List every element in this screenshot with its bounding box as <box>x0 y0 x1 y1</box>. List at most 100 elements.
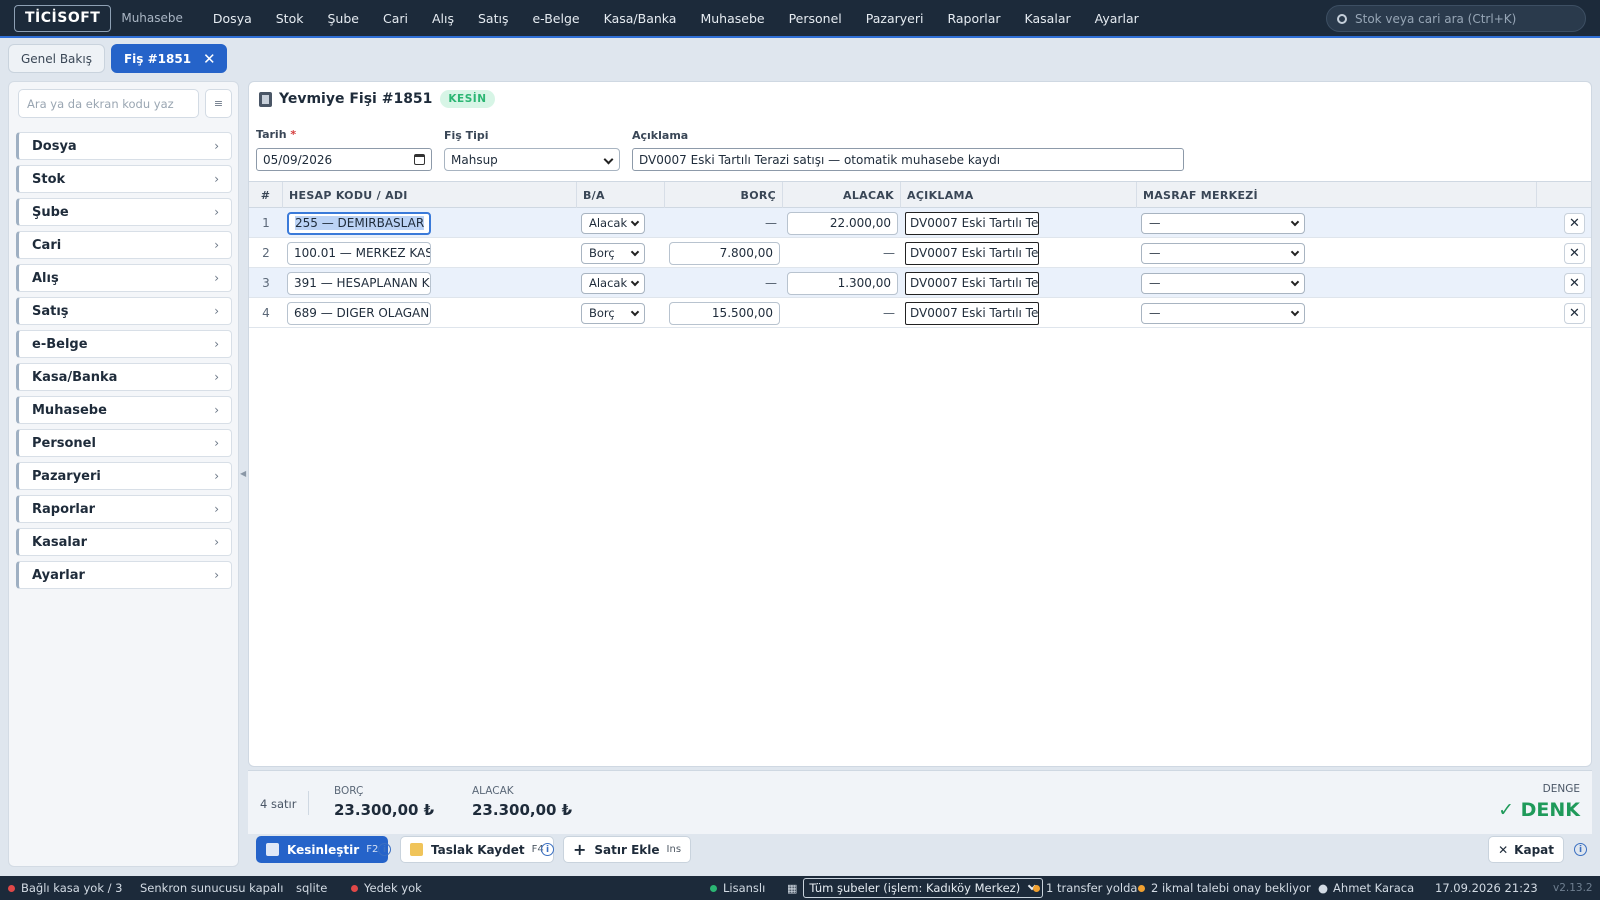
status-license: Lisanslı <box>710 876 765 900</box>
line-description-input[interactable]: DV0007 Eski Tartılı Teraz <box>905 241 1039 265</box>
app-logo[interactable]: TİCİSOFT <box>14 4 112 32</box>
delete-row-button[interactable]: ✕ <box>1564 243 1585 264</box>
save-draft-button[interactable]: Taslak Kaydet F4 <box>400 836 554 863</box>
entry-grid: # HESAP KODU / ADI B/A BORÇ ALACAK AÇIKL… <box>249 181 1591 328</box>
voucher-type-select[interactable]: Mahsup <box>444 148 620 171</box>
menu-pazaryeri[interactable]: Pazaryeri <box>854 11 936 26</box>
chevron-right-icon: › <box>214 502 219 516</box>
menu-muhasebe[interactable]: Muhasebe <box>688 11 776 26</box>
sidebar-item-sube[interactable]: Şube › <box>16 198 232 226</box>
credit-input[interactable]: 22.000,00 <box>787 211 898 235</box>
table-row[interactable]: 1 255 — DEMIRBASLAR Alacak — 22.000,00 D… <box>249 208 1591 238</box>
add-row-button[interactable]: + Satır Ekle Ins <box>563 836 692 863</box>
account-input[interactable]: 391 — HESAPLANAN KDV <box>287 271 431 295</box>
info-icon[interactable]: i <box>541 843 554 856</box>
sidebar-item-e-belge[interactable]: e-Belge › <box>16 330 232 358</box>
building-icon: ▦ <box>787 881 798 895</box>
sidebar-item-muhasebe[interactable]: Muhasebe › <box>16 396 232 424</box>
info-icon[interactable]: i <box>378 843 391 856</box>
status-supply-requests[interactable]: 2 ikmal talebi onay bekliyor <box>1138 876 1311 900</box>
tab-voucher-1851[interactable]: Fiş #1851 ✕ <box>110 44 227 73</box>
total-debit-label: BORÇ <box>334 785 364 797</box>
menu-kasalar[interactable]: Kasalar <box>1013 11 1083 26</box>
delete-row-button[interactable]: ✕ <box>1564 273 1585 294</box>
menu-sube[interactable]: Şube <box>315 11 370 26</box>
line-description-value: DV0007 Eski Tartılı Teraz <box>910 276 1039 290</box>
delete-row-button[interactable]: ✕ <box>1564 303 1585 324</box>
cost-center-select[interactable]: — <box>1141 242 1305 264</box>
status-dot-icon <box>1138 884 1145 892</box>
menu-alis[interactable]: Alış <box>420 11 466 26</box>
sidebar-item-stok[interactable]: Stok › <box>16 165 232 193</box>
line-description-value: DV0007 Eski Tartılı Teraz <box>910 246 1039 260</box>
menu-personel[interactable]: Personel <box>777 11 854 26</box>
sidebar-item-alis[interactable]: Alış › <box>16 264 232 292</box>
close-button[interactable]: ✕ Kapat <box>1488 836 1564 863</box>
menu-ayarlar[interactable]: Ayarlar <box>1083 11 1151 26</box>
tab-overview[interactable]: Genel Bakış <box>8 44 105 73</box>
account-input[interactable]: 689 — DIGER OLAGANDISI <box>287 301 431 325</box>
col-debit: BORÇ <box>665 182 783 209</box>
menu-raporlar[interactable]: Raporlar <box>935 11 1012 26</box>
credit-value: 22.000,00 <box>829 216 891 230</box>
account-input[interactable]: 100.01 — MERKEZ KASA <box>287 241 431 265</box>
table-row[interactable]: 4 689 — DIGER OLAGANDISI Borç 15.500,00 … <box>249 298 1591 328</box>
branch-selector-wrap: ▦ Tüm şubeler (işlem: Kadıköy Merkez) <box>787 876 1044 900</box>
account-input[interactable]: 255 — DEMIRBASLAR <box>287 211 431 235</box>
cost-center-select[interactable]: — <box>1141 272 1305 294</box>
cost-center-value: — <box>1149 246 1161 260</box>
ba-select[interactable]: Alacak <box>581 212 645 234</box>
debit-input[interactable]: 7.800,00 <box>669 241 780 265</box>
calendar-icon[interactable] <box>414 154 425 165</box>
finalize-label: Kesinleştir <box>287 842 360 857</box>
sidebar-menu-toggle-button[interactable]: ≡ <box>205 89 232 118</box>
sidebar-item-dosya[interactable]: Dosya › <box>16 132 232 160</box>
debit-input[interactable]: 15.500,00 <box>669 301 780 325</box>
credit-input[interactable]: 1.300,00 <box>787 271 898 295</box>
menu-satis[interactable]: Satış <box>466 11 520 26</box>
line-description-input[interactable]: DV0007 Eski Tartılı Teraz <box>905 271 1039 295</box>
menu-kasa-banka[interactable]: Kasa/Banka <box>592 11 689 26</box>
ba-select[interactable]: Alacak <box>581 272 645 294</box>
menu-stok[interactable]: Stok <box>264 11 316 26</box>
cost-center-select[interactable]: — <box>1141 212 1305 234</box>
table-row[interactable]: 3 391 — HESAPLANAN KDV Alacak — 1.300,00… <box>249 268 1591 298</box>
global-search-input[interactable]: Stok veya cari ara (Ctrl+K) <box>1326 5 1586 32</box>
sidebar-search-placeholder: Ara ya da ekran kodu yaz <box>27 96 174 111</box>
chevron-right-icon: › <box>214 568 219 582</box>
chevron-right-icon: › <box>214 304 219 318</box>
line-description-input[interactable]: DV0007 Eski Tartılı Teraz <box>905 211 1039 235</box>
ba-select[interactable]: Borç <box>581 302 645 324</box>
status-transfer[interactable]: 1 transfer yolda <box>1033 876 1137 900</box>
sidebar-item-kasa-banka[interactable]: Kasa/Banka › <box>16 363 232 391</box>
debit-empty: — <box>765 216 777 230</box>
finalize-button[interactable]: Kesinleştir F2 <box>256 836 389 863</box>
line-description-input[interactable]: DV0007 Eski Tartılı Teraz <box>905 301 1039 325</box>
ba-select[interactable]: Borç <box>581 242 645 264</box>
branch-select[interactable]: Tüm şubeler (işlem: Kadıköy Merkez) <box>803 878 1044 898</box>
sidebar-item-satis[interactable]: Satış › <box>16 297 232 325</box>
menu-cari[interactable]: Cari <box>371 11 420 26</box>
chevron-down-icon <box>1290 247 1300 256</box>
sidebar-search-input[interactable]: Ara ya da ekran kodu yaz <box>18 89 199 118</box>
sidebar-item-personel[interactable]: Personel › <box>16 429 232 457</box>
delete-row-button[interactable]: ✕ <box>1564 213 1585 234</box>
description-field[interactable]: DV0007 Eski Tartılı Terazi satışı — otom… <box>632 148 1184 171</box>
chevron-down-icon <box>1290 307 1300 316</box>
status-user[interactable]: ● Ahmet Karaca <box>1318 876 1414 900</box>
chevron-right-icon: › <box>214 271 219 285</box>
ba-value: Alacak <box>589 216 628 230</box>
close-tab-icon[interactable]: ✕ <box>203 50 216 68</box>
info-icon[interactable]: i <box>1574 843 1587 856</box>
cost-center-select[interactable]: — <box>1141 302 1305 324</box>
sidebar-collapse-handle[interactable]: ◀ <box>240 469 246 478</box>
menu-e-belge[interactable]: e-Belge <box>520 11 591 26</box>
menu-dosya[interactable]: Dosya <box>201 11 264 26</box>
sidebar-item-raporlar[interactable]: Raporlar › <box>16 495 232 523</box>
sidebar-item-ayarlar[interactable]: Ayarlar › <box>16 561 232 589</box>
table-row[interactable]: 2 100.01 — MERKEZ KASA Borç 7.800,00 — D… <box>249 238 1591 268</box>
sidebar-item-kasalar[interactable]: Kasalar › <box>16 528 232 556</box>
date-field[interactable]: 05/09/2026 <box>256 148 432 171</box>
sidebar-item-pazaryeri[interactable]: Pazaryeri › <box>16 462 232 490</box>
sidebar-item-cari[interactable]: Cari › <box>16 231 232 259</box>
